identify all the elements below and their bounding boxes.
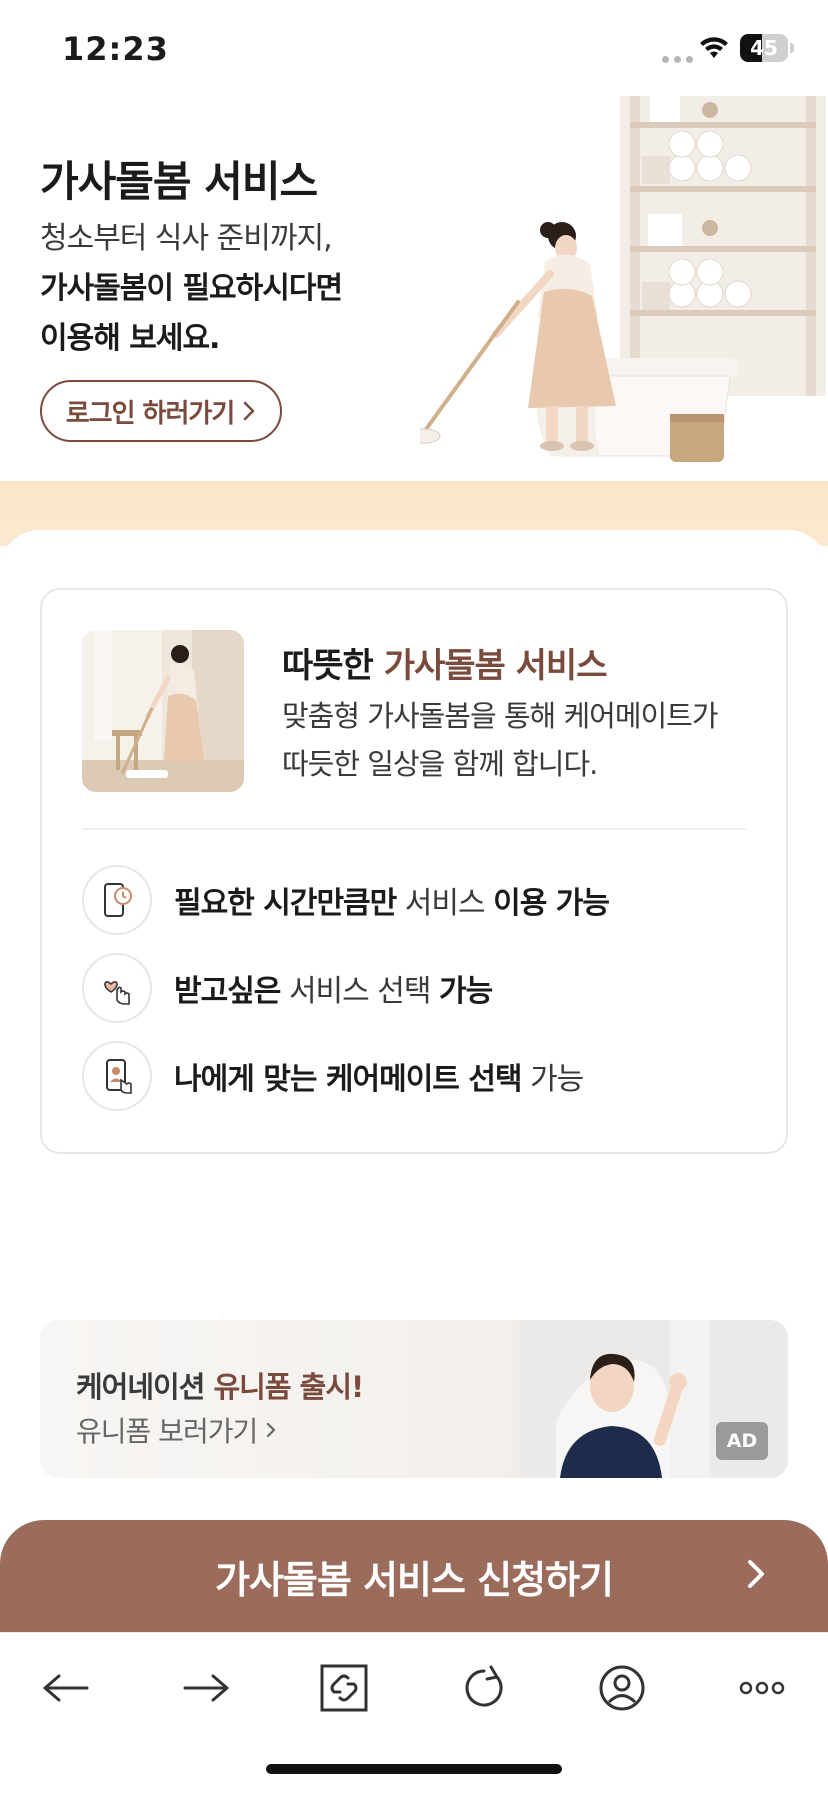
card-description: 맞춤형 가사돌봄을 통해 케어메이트가 따듯한 일상을 함께 합니다. bbox=[282, 692, 762, 788]
feature-item-choose-caremate: 나에게 맞는 케어메이트 선택 가능 bbox=[82, 1040, 584, 1112]
feature-bold: 받고싶은 bbox=[174, 974, 281, 1009]
profile-button[interactable] bbox=[582, 1653, 662, 1723]
card-desc-line-2: 따듯한 일상을 함께 합니다. bbox=[282, 747, 598, 781]
card-title: 따뜻한 가사돌봄 서비스 bbox=[282, 638, 608, 687]
refresh-icon bbox=[465, 1665, 503, 1707]
card-desc-line-1: 맞춤형 가사돌봄을 통해 케어메이트가 bbox=[282, 699, 719, 733]
battery-level: 45 bbox=[750, 36, 778, 60]
phone-clock-icon bbox=[82, 865, 152, 935]
link-button[interactable] bbox=[304, 1653, 384, 1723]
ad-link[interactable]: 유니폼 보러가기 bbox=[76, 1410, 277, 1450]
link-icon bbox=[320, 1664, 368, 1712]
ad-title: 케어네이션 유니폼 출시! bbox=[76, 1364, 365, 1406]
ad-banner[interactable]: 케어네이션 유니폼 출시! 유니폼 보러가기 AD bbox=[40, 1320, 788, 1478]
profile-icon bbox=[599, 1665, 645, 1711]
status-time: 12:23 bbox=[62, 30, 169, 68]
hero-line-3: 이용해 보세요. bbox=[40, 321, 220, 356]
hero-illustration bbox=[420, 96, 826, 462]
forward-button[interactable] bbox=[166, 1653, 246, 1723]
service-photo bbox=[82, 630, 244, 792]
ad-title-accent: 유니폼 출시! bbox=[213, 1370, 365, 1404]
feature-bold: 이용 가능 bbox=[493, 886, 610, 921]
feature-bold: 나에게 맞는 케어메이트 선택 bbox=[174, 1062, 523, 1097]
service-info-card: 따뜻한 가사돌봄 서비스 맞춤형 가사돌봄을 통해 케어메이트가 따듯한 일상을… bbox=[40, 588, 788, 1154]
feature-text-choose-service: 받고싶은 서비스 선택 가능 bbox=[174, 966, 493, 1010]
ad-badge: AD bbox=[716, 1422, 768, 1460]
refresh-button[interactable] bbox=[444, 1653, 524, 1723]
card-divider bbox=[82, 828, 746, 830]
more-icon bbox=[739, 1681, 785, 1695]
feature-plain: 서비스 bbox=[396, 886, 494, 921]
battery-tip bbox=[790, 43, 794, 53]
apply-button-label: 가사돌봄 서비스 신청하기 bbox=[214, 1557, 614, 1602]
chevron-right-icon bbox=[267, 1422, 276, 1438]
battery-icon: 45 bbox=[740, 34, 788, 62]
hero-description: 청소부터 식사 준비까지, 가사돌봄이 필요하시다면 이용해 보세요. bbox=[40, 214, 343, 364]
wifi-icon bbox=[700, 37, 728, 58]
status-bar: 12:23 45 bbox=[0, 0, 828, 96]
person-card-icon bbox=[82, 1041, 152, 1111]
back-arrow-icon bbox=[43, 1674, 89, 1702]
card-title-accent: 가사돌봄 서비스 bbox=[383, 646, 608, 686]
ad-link-label: 유니폼 보러가기 bbox=[76, 1415, 258, 1448]
forward-arrow-icon bbox=[183, 1674, 229, 1702]
back-button[interactable] bbox=[26, 1653, 106, 1723]
hero-line-2: 가사돌봄이 필요하시다면 bbox=[40, 271, 343, 306]
hero-line-1: 청소부터 식사 준비까지, bbox=[40, 221, 333, 256]
login-button-label: 로그인 하러가기 bbox=[65, 398, 235, 429]
heart-hand-icon bbox=[82, 953, 152, 1023]
feature-text-time: 필요한 시간만큼만 서비스 이용 가능 bbox=[174, 878, 610, 922]
feature-plain: 서비스 선택 bbox=[280, 974, 440, 1009]
feature-plain: 가능 bbox=[521, 1062, 584, 1097]
hero-banner: 가사돌봄 서비스 청소부터 식사 준비까지, 가사돌봄이 필요하시다면 이용해 … bbox=[0, 96, 828, 546]
signal-dots-icon bbox=[662, 56, 693, 63]
feature-item-choose-service: 받고싶은 서비스 선택 가능 bbox=[82, 952, 493, 1024]
hero-title: 가사돌봄 서비스 bbox=[40, 157, 318, 206]
more-button[interactable] bbox=[722, 1653, 802, 1723]
feature-bold: 가능 bbox=[439, 974, 493, 1009]
card-title-plain: 따뜻한 bbox=[282, 646, 384, 686]
feature-text-choose-caremate: 나에게 맞는 케어메이트 선택 가능 bbox=[174, 1054, 584, 1098]
login-button[interactable]: 로그인 하러가기 bbox=[40, 380, 282, 442]
ad-title-plain: 케어네이션 bbox=[76, 1370, 214, 1404]
apply-service-button[interactable]: 가사돌봄 서비스 신청하기 bbox=[0, 1520, 828, 1632]
home-indicator bbox=[266, 1764, 562, 1774]
feature-item-time: 필요한 시간만큼만 서비스 이용 가능 bbox=[82, 864, 610, 936]
chevron-right-icon bbox=[244, 401, 255, 421]
feature-bold: 필요한 시간만큼만 bbox=[174, 886, 397, 921]
chevron-right-icon bbox=[748, 1560, 764, 1588]
